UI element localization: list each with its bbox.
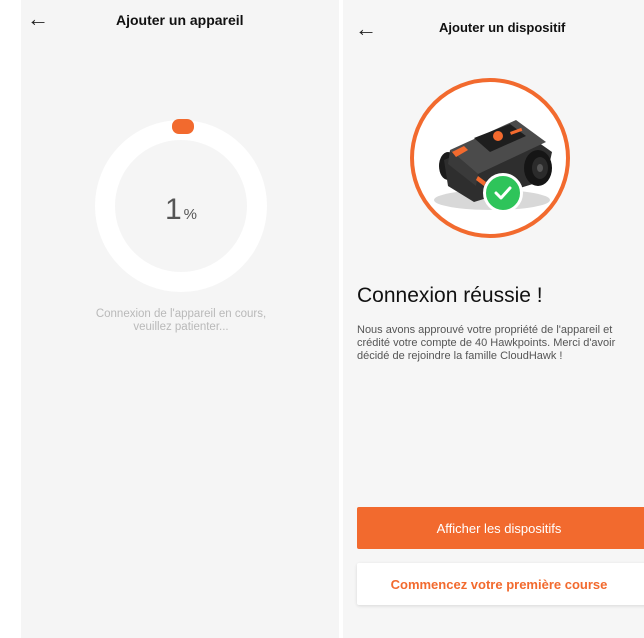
back-arrow-icon[interactable]: ← [27, 8, 49, 30]
progress-percent: 1% [131, 193, 231, 227]
page-title: Ajouter un dispositif [439, 20, 566, 35]
right-screen: ← Ajouter un dispositif Connexion réussi… [343, 0, 644, 638]
success-heading: Connexion réussie ! [357, 284, 543, 307]
status-line-2: veuillez patienter... [133, 321, 229, 333]
left-screen: ← Ajouter un appareil 1% Connexion de l'… [21, 0, 339, 638]
robot-mower-image [410, 78, 570, 238]
progress-indicator [172, 119, 194, 134]
success-message: Nous avons approuvé votre propriété de l… [357, 324, 616, 362]
progress-unit: % [183, 206, 198, 223]
page-title: Ajouter un appareil [116, 12, 244, 28]
back-arrow-icon[interactable]: ← [355, 18, 377, 40]
connection-status-text: Connexion de l'appareil en cours, veuill… [61, 308, 301, 334]
start-first-run-button[interactable]: Commencez votre première course [357, 563, 644, 605]
show-devices-button[interactable]: Afficher les dispositifs [357, 507, 644, 549]
success-check-icon [483, 173, 523, 213]
robot-mower-icon [434, 120, 552, 210]
progress-number: 1 [164, 193, 182, 226]
status-line-1: Connexion de l'appareil en cours, [95, 308, 267, 320]
